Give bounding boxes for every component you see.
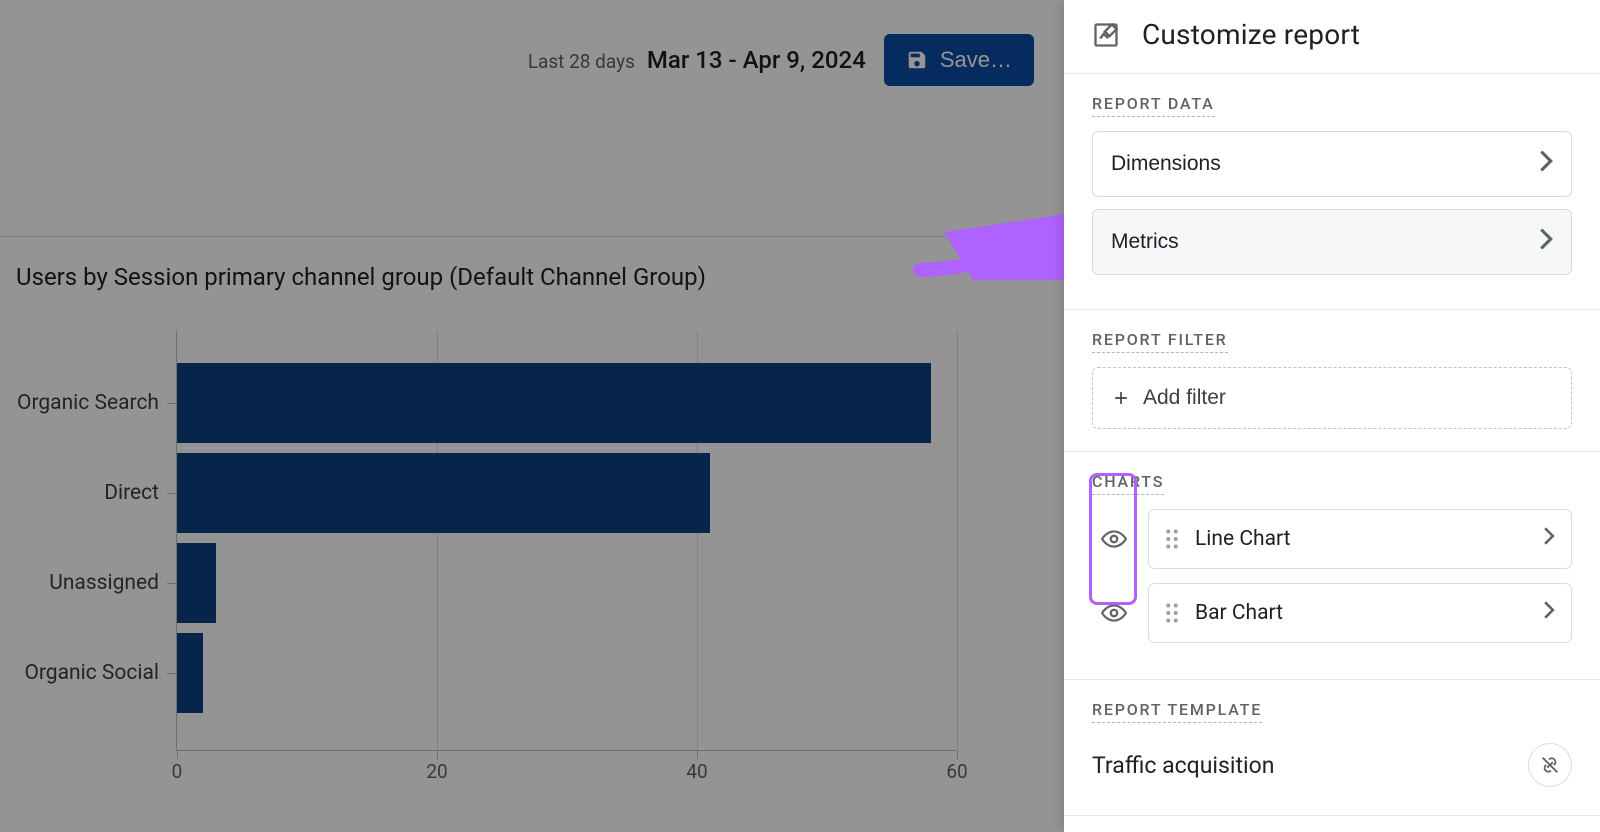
report-filter-heading: REPORT FILTER: [1092, 330, 1228, 353]
panel-header: Customize report: [1064, 0, 1600, 74]
chart-x-tick-label: 0: [172, 760, 183, 783]
chart-bar: [177, 633, 203, 713]
report-template-section: REPORT TEMPLATE Traffic acquisition: [1064, 680, 1600, 816]
plus-icon: [1111, 388, 1131, 408]
date-range-picker[interactable]: Last 28 days Mar 13 - Apr 9, 2024: [528, 46, 866, 74]
chart-category-label: Organic Social: [24, 661, 159, 685]
report-data-heading: REPORT DATA: [1092, 94, 1215, 117]
chart-y-tickmark: [167, 403, 177, 404]
customize-icon: [1092, 21, 1120, 49]
chart-y-tickmark: [167, 493, 177, 494]
drag-handle-icon: [1165, 529, 1179, 549]
report-data-section: REPORT DATA Dimensions Metrics: [1064, 74, 1600, 310]
chevron-right-icon: [1543, 601, 1555, 625]
customize-report-panel: Customize report REPORT DATA Dimensions …: [1064, 0, 1600, 832]
bar-chart: 0204060Organic SearchDirectUnassignedOrg…: [16, 331, 1016, 811]
chart-bar: [177, 363, 931, 443]
chart-section: Users by Session primary channel group (…: [0, 236, 1064, 811]
report-main-area: Last 28 days Mar 13 - Apr 9, 2024 Save… …: [0, 0, 1064, 832]
save-button[interactable]: Save…: [884, 34, 1034, 86]
date-range-value: Mar 13 - Apr 9, 2024: [647, 46, 866, 74]
chart-tickmark: [437, 750, 438, 759]
chevron-right-icon: [1539, 228, 1553, 256]
chart-bar-row: Direct: [177, 451, 710, 535]
report-toolbar: Last 28 days Mar 13 - Apr 9, 2024 Save…: [0, 0, 1064, 120]
template-row: Traffic acquisition: [1092, 737, 1572, 793]
chart-item-row: Line Chart: [1092, 509, 1572, 569]
chart-bar-row: Organic Search: [177, 361, 931, 445]
chart-tickmark: [957, 750, 958, 759]
chart-title: Users by Session primary channel group (…: [16, 263, 1048, 291]
metrics-label: Metrics: [1111, 230, 1179, 254]
chart-y-tickmark: [167, 583, 177, 584]
chart-category-label: Unassigned: [49, 571, 159, 595]
drag-handle-icon: [1165, 603, 1179, 623]
chart-bar-row: Unassigned: [177, 541, 216, 625]
chart-item-row: Bar Chart: [1092, 583, 1572, 643]
chart-bar: [177, 453, 710, 533]
unlink-template-button[interactable]: [1528, 743, 1572, 787]
eye-icon: [1101, 526, 1127, 552]
chart-x-tick-label: 20: [426, 760, 447, 783]
chart-x-tick-label: 40: [686, 760, 707, 783]
template-name: Traffic acquisition: [1092, 752, 1274, 779]
charts-section: CHARTS Line Chart: [1064, 452, 1600, 680]
eye-icon: [1101, 600, 1127, 626]
chevron-right-icon: [1539, 150, 1553, 178]
line-chart-label: Line Chart: [1195, 527, 1291, 551]
bar-chart-label: Bar Chart: [1195, 601, 1283, 625]
dimensions-button[interactable]: Dimensions: [1092, 131, 1572, 197]
chart-y-tickmark: [167, 673, 177, 674]
visibility-toggle-line[interactable]: [1092, 509, 1136, 569]
visibility-toggle-bar[interactable]: [1092, 583, 1136, 643]
chart-gridline: [957, 331, 958, 750]
add-filter-button[interactable]: Add filter: [1092, 367, 1572, 429]
save-icon: [906, 49, 928, 71]
chevron-right-icon: [1543, 527, 1555, 551]
date-range-caption: Last 28 days: [528, 50, 635, 73]
chart-x-tick-label: 60: [946, 760, 967, 783]
report-template-heading: REPORT TEMPLATE: [1092, 700, 1262, 723]
chart-category-label: Direct: [104, 481, 159, 505]
unlink-icon: [1539, 754, 1561, 776]
chart-plot-area: 0204060Organic SearchDirectUnassignedOrg…: [176, 331, 956, 751]
panel-title: Customize report: [1142, 18, 1360, 51]
chart-tickmark: [177, 750, 178, 759]
chart-bar: [177, 543, 216, 623]
summary-cards-section: SUMMARY CARDS: [1064, 816, 1600, 832]
save-button-label: Save…: [940, 47, 1012, 73]
chart-tickmark: [697, 750, 698, 759]
bar-chart-item[interactable]: Bar Chart: [1148, 583, 1572, 643]
chart-category-label: Organic Search: [17, 391, 159, 415]
dimensions-label: Dimensions: [1111, 152, 1221, 176]
metrics-button[interactable]: Metrics: [1092, 209, 1572, 275]
line-chart-item[interactable]: Line Chart: [1148, 509, 1572, 569]
chart-bar-row: Organic Social: [177, 631, 203, 715]
add-filter-label: Add filter: [1143, 386, 1226, 410]
charts-heading: CHARTS: [1092, 472, 1164, 495]
report-filter-section: REPORT FILTER Add filter: [1064, 310, 1600, 452]
